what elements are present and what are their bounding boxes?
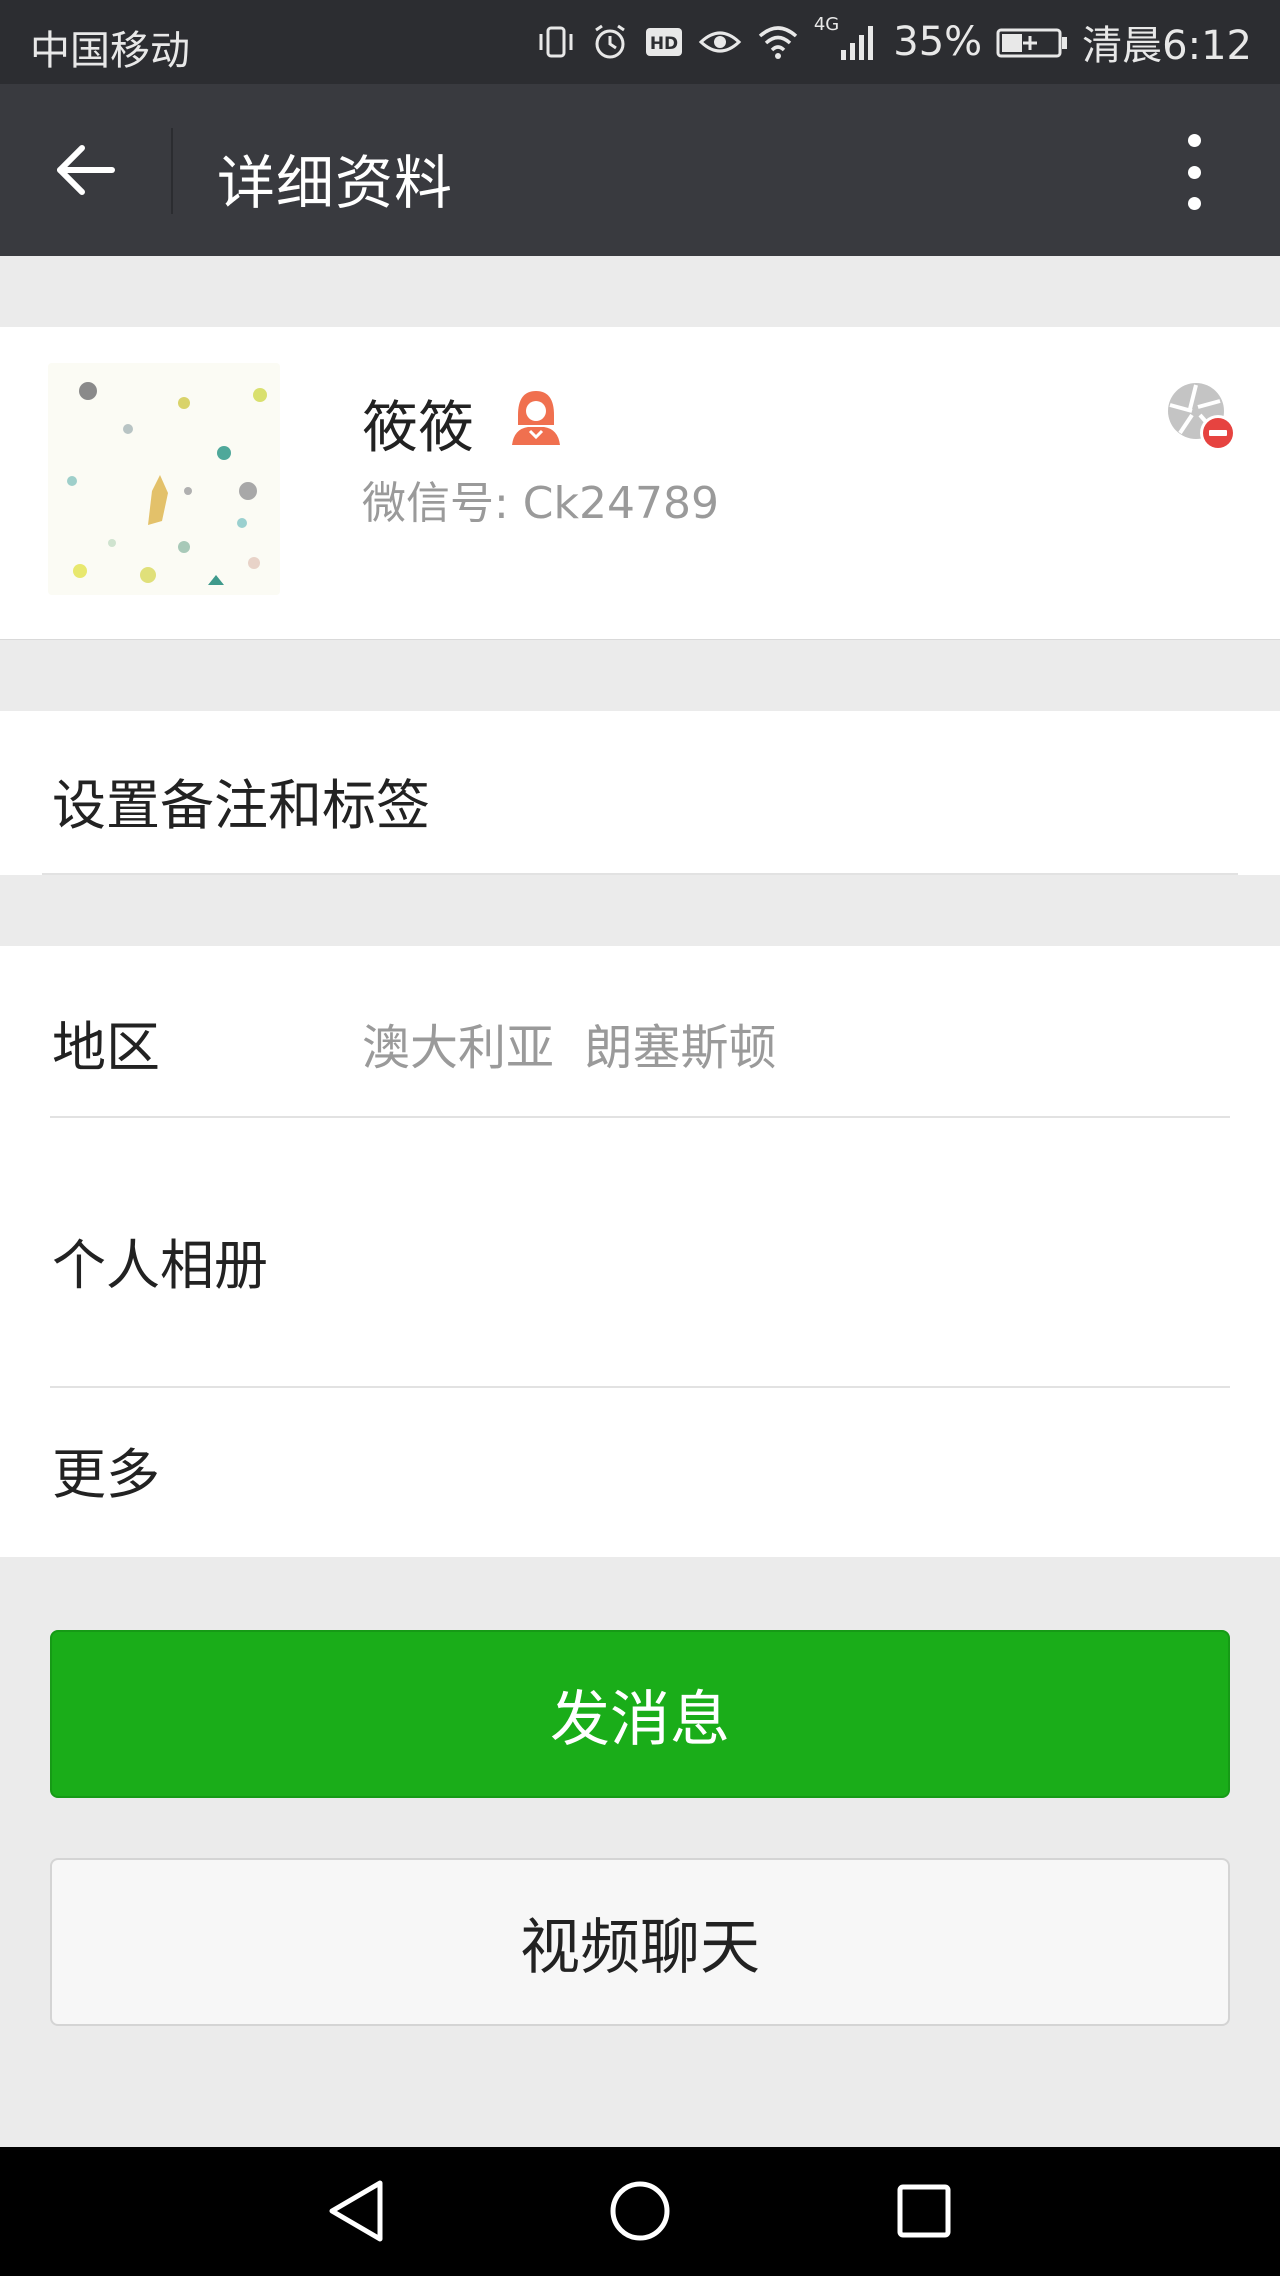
vibrate-icon — [539, 26, 573, 58]
back-button[interactable] — [52, 136, 120, 204]
page-title: 详细资料 — [217, 149, 454, 217]
nav-recents-button[interactable] — [886, 2173, 962, 2249]
nav-recents-icon — [897, 2184, 951, 2238]
wifi-icon — [758, 26, 798, 59]
wechat-id: 微信号: Ck24789 — [362, 478, 719, 529]
back-arrow-icon — [57, 145, 115, 195]
region-label: 地区 — [52, 1016, 160, 1079]
title-bar: 详细资料 — [0, 84, 1280, 256]
status-bar: 中国移动 HD 4G 35% 清晨6:12 — [0, 0, 1280, 84]
clock: 清晨6:12 — [1082, 23, 1252, 69]
more-vertical-icon — [1187, 134, 1201, 147]
more-label: 更多 — [52, 1443, 160, 1506]
remark-tags-label: 设置备注和标签 — [52, 774, 430, 837]
nav-home-button[interactable] — [602, 2173, 678, 2249]
avatar[interactable] — [48, 363, 280, 595]
carrier-name: 中国移动 — [30, 28, 190, 74]
more-options-button[interactable] — [1172, 134, 1216, 210]
nickname: 筱筱 — [362, 396, 474, 461]
video-chat-button[interactable]: 视频聊天 — [50, 1858, 1230, 2026]
personal-album-label: 个人相册 — [52, 1234, 268, 1297]
status-icons: HD 4G 35% 清晨6:12 — [536, 14, 1252, 70]
nav-back-button[interactable] — [318, 2173, 394, 2249]
info-group: 地区 澳大利亚 朗塞斯顿 个人相册 更多 — [0, 946, 1280, 1557]
hd-icon: HD — [645, 28, 682, 56]
svg-text:HD: HD — [650, 34, 678, 54]
signal-icon — [841, 26, 874, 60]
navigation-bar — [0, 2147, 1280, 2276]
nav-back-icon — [329, 2180, 383, 2242]
battery-icon — [996, 28, 1068, 58]
battery-percent: 35% — [893, 19, 983, 65]
title-divider — [171, 128, 173, 214]
personal-album-row[interactable]: 个人相册 — [0, 1118, 1280, 1386]
eye-icon — [698, 31, 742, 53]
more-row[interactable]: 更多 — [0, 1388, 1280, 1557]
nav-home-icon — [610, 2181, 670, 2241]
alarm-icon — [595, 24, 625, 59]
profile-card: 筱筱 微信号: Ck24789 — [0, 327, 1280, 640]
region-value: 澳大利亚 朗塞斯顿 — [362, 1020, 777, 1076]
send-message-button[interactable]: 发消息 — [50, 1630, 1230, 1798]
moments-blocked-icon[interactable] — [1164, 379, 1238, 453]
divider — [42, 873, 1238, 875]
avatar-image — [48, 363, 280, 595]
female-icon — [512, 391, 560, 445]
network-type: 4G — [813, 14, 840, 35]
region-row: 地区 澳大利亚 朗塞斯顿 — [0, 946, 1280, 1117]
remark-tags-row[interactable]: 设置备注和标签 — [0, 711, 1280, 875]
